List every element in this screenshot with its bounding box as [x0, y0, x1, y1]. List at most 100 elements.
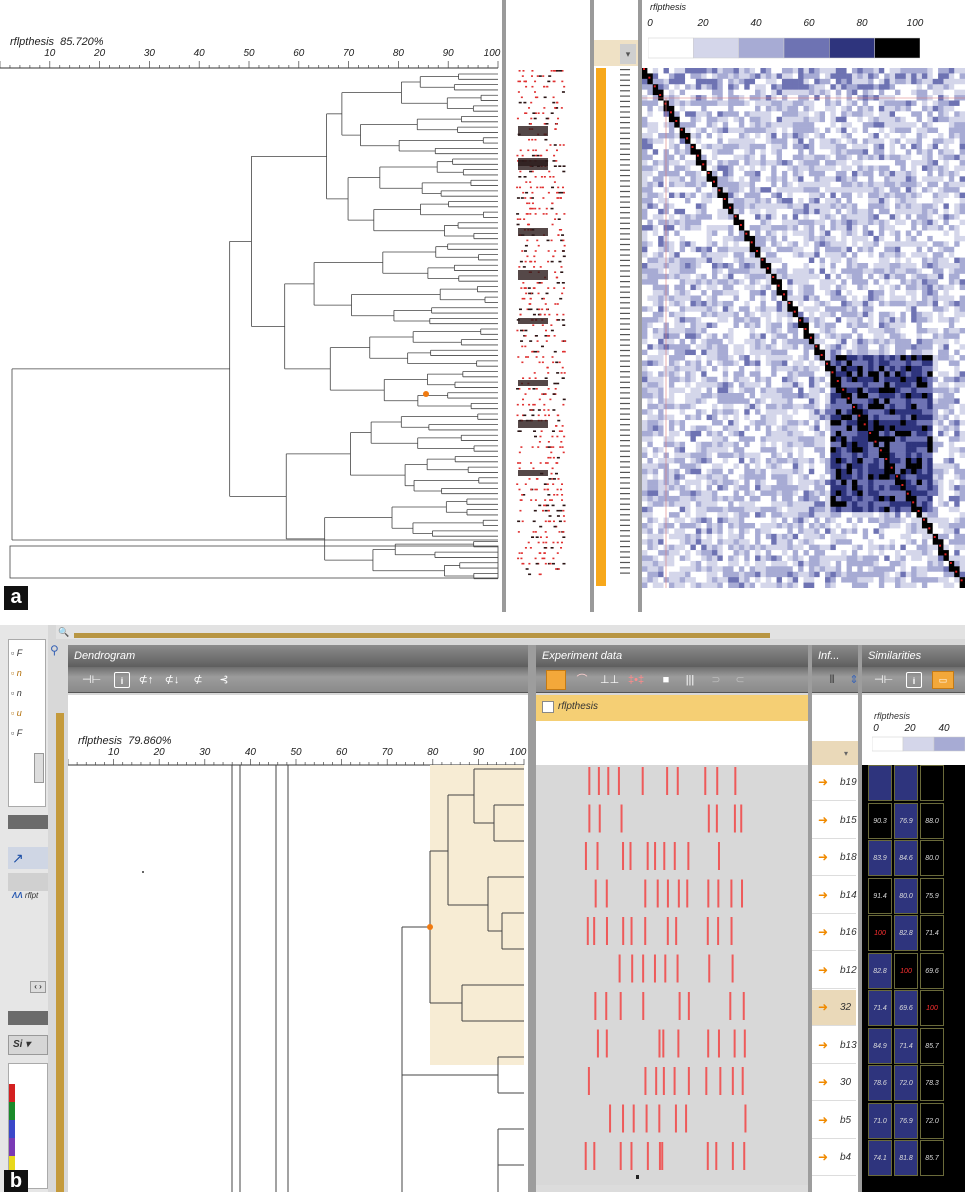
similarity-cell[interactable]: 84.9	[868, 1027, 892, 1064]
zoom-icon[interactable]: 🔍	[58, 627, 70, 637]
tool-icon[interactable]: ⊣⊢	[82, 672, 101, 688]
gold-splitter[interactable]	[56, 713, 64, 1192]
section-header	[8, 815, 48, 829]
sample-row[interactable]: ➜ b19	[812, 765, 857, 801]
similarity-row: 83.9 84.6 80.0	[862, 840, 965, 877]
scroll-lr-icon[interactable]: ‹ ›	[30, 981, 46, 993]
similarities-toolbar: ⊣⊢ i ▭	[862, 667, 965, 693]
similarity-cell[interactable]: 71.0	[868, 1102, 892, 1139]
sample-row[interactable]: ➜ b12	[812, 952, 857, 989]
arrow-right-icon: ➜	[818, 887, 829, 902]
sample-label: b18	[840, 852, 857, 863]
similarity-cell[interactable]: 76.9	[894, 802, 918, 839]
sample-row[interactable]: ➜ b14	[812, 877, 857, 914]
similarity-cell[interactable]: 80.0	[920, 840, 944, 876]
info-toolbar: ⫴ ⇕	[812, 667, 859, 693]
list-entry[interactable]: ΛΛ rflpt	[12, 891, 48, 907]
similarity-cell[interactable]: 74.1	[868, 1140, 892, 1176]
arrow-icon[interactable]: ↗	[8, 847, 48, 869]
similarity-dropdown[interactable]: Si ▾	[8, 1035, 48, 1055]
columns-icon[interactable]: ⫴	[824, 672, 840, 688]
similarity-cell[interactable]: 72.0	[920, 1102, 944, 1139]
bands-view-icon[interactable]	[546, 670, 566, 690]
arrow-right-icon: ➜	[818, 962, 829, 977]
pane-splitter[interactable]	[528, 645, 536, 1192]
similarity-cell[interactable]: 71.4	[920, 915, 944, 951]
similarity-cell[interactable]: 100	[894, 952, 918, 989]
list-scrollbar[interactable]	[34, 753, 44, 783]
tree-item[interactable]: ▫ F	[11, 648, 22, 658]
similarity-cell[interactable]: 78.3	[920, 1065, 944, 1101]
tree-item[interactable]: ▫ n	[11, 688, 22, 698]
block-icon[interactable]: ■	[658, 672, 674, 688]
curve-icon[interactable]: ⌒	[574, 672, 590, 688]
similarity-cell[interactable]: 71.4	[868, 990, 892, 1026]
sort-up-icon[interactable]: ⊄↑	[138, 672, 154, 688]
tree-item[interactable]: ▫ n	[11, 668, 22, 678]
similarity-cell[interactable]: 78.6	[868, 1065, 892, 1101]
legend-tick-label: 100	[906, 18, 924, 29]
dendrogram-toolbar: ⊣⊢ i ⊄↑ ⊄↓ ⊄ ⊰	[68, 667, 528, 693]
similarity-cell[interactable]: 69.6	[920, 952, 944, 989]
sample-label: b19	[840, 777, 857, 788]
similarity-cell[interactable]: 91.4	[868, 877, 892, 914]
similarity-cell[interactable]: 85.7	[920, 1140, 944, 1176]
sample-row[interactable]: ➜ b13	[812, 1027, 857, 1064]
similarity-cell[interactable]	[920, 765, 944, 801]
sample-row[interactable]: ➜ b4	[812, 1140, 856, 1176]
sample-row[interactable]: ➜ b15	[812, 802, 857, 839]
similarity-cell[interactable]: 75.9	[920, 877, 944, 914]
info-icon[interactable]: i	[906, 672, 922, 688]
similarity-cell[interactable]: 81.8	[894, 1140, 918, 1176]
sample-row[interactable]: ➜ 32	[812, 990, 856, 1026]
sample-row[interactable]: ➜ 30	[812, 1065, 856, 1101]
similarity-cell[interactable]: 85.7	[920, 1027, 944, 1064]
panel-label: b	[4, 1170, 28, 1192]
similarity-cell[interactable]: 72.0	[894, 1065, 918, 1101]
lanes-icon[interactable]: |||	[682, 672, 698, 688]
arrow-right-icon: ➜	[818, 1112, 829, 1127]
fingerprint-bands	[584, 767, 747, 1179]
similarity-cell[interactable]	[868, 765, 892, 801]
legend-tick-label: 0	[647, 18, 653, 29]
bars-icon[interactable]: ⊥⊥	[600, 672, 619, 688]
matrix-view-icon[interactable]: ▭	[932, 671, 954, 689]
similarity-row: 71.0 76.9 72.0	[862, 1102, 965, 1140]
sample-row[interactable]: ➜ b16	[812, 915, 857, 951]
similarity-cell[interactable]: 82.8	[894, 915, 918, 951]
arrow-right-icon: ➜	[818, 1075, 829, 1089]
redo-icon[interactable]: ⊂	[732, 672, 748, 688]
dropdown-arrow-icon[interactable]: ▾	[620, 44, 636, 64]
reroot-icon[interactable]: ⊰	[216, 672, 232, 688]
similarity-cell[interactable]: 90.3	[868, 802, 892, 839]
branch-icon[interactable]: ⊄	[190, 672, 206, 688]
similarity-cell[interactable]: 88.0	[920, 802, 944, 839]
pane-splitter[interactable]	[590, 0, 594, 612]
undo-icon[interactable]: ⊃	[708, 672, 724, 688]
similarity-cell[interactable]: 71.4	[894, 1027, 918, 1064]
similarity-cell[interactable]: 83.9	[868, 840, 892, 876]
similarity-cell[interactable]: 100	[920, 990, 944, 1026]
sample-row[interactable]: ➜ b18	[812, 840, 857, 876]
tool-icon[interactable]: ⊣⊢	[874, 672, 893, 688]
search-icon[interactable]: ⚲	[50, 643, 66, 659]
similarity-cell[interactable]: 80.0	[894, 877, 918, 914]
legend-tick-label: 40	[750, 18, 762, 29]
sample-row[interactable]: ➜ b5	[812, 1102, 856, 1139]
legend-tick-label: 40	[938, 723, 950, 734]
dropdown-arrow-icon[interactable]: ▾	[844, 749, 848, 758]
similarity-cell[interactable]: 84.6	[894, 840, 918, 876]
arrow-right-icon: ➜	[818, 1150, 829, 1164]
similarity-cell[interactable]: 76.9	[894, 1102, 918, 1139]
sort-down-icon[interactable]: ⊄↓	[164, 672, 180, 688]
tree-item[interactable]: ▫ u	[11, 708, 22, 718]
similarity-cell[interactable]	[894, 765, 918, 801]
info-icon[interactable]: i	[114, 672, 130, 688]
tree-item[interactable]: ▫ F	[11, 728, 22, 738]
marker-icon[interactable]: ‡•‡	[628, 672, 644, 688]
experiment-tab[interactable]: rflpthesis	[536, 695, 808, 721]
horizontal-scrollbar[interactable]	[536, 1185, 808, 1192]
similarity-cell[interactable]: 69.6	[894, 990, 918, 1026]
similarity-cell[interactable]: 100	[868, 915, 892, 951]
similarity-cell[interactable]: 82.8	[868, 952, 892, 989]
